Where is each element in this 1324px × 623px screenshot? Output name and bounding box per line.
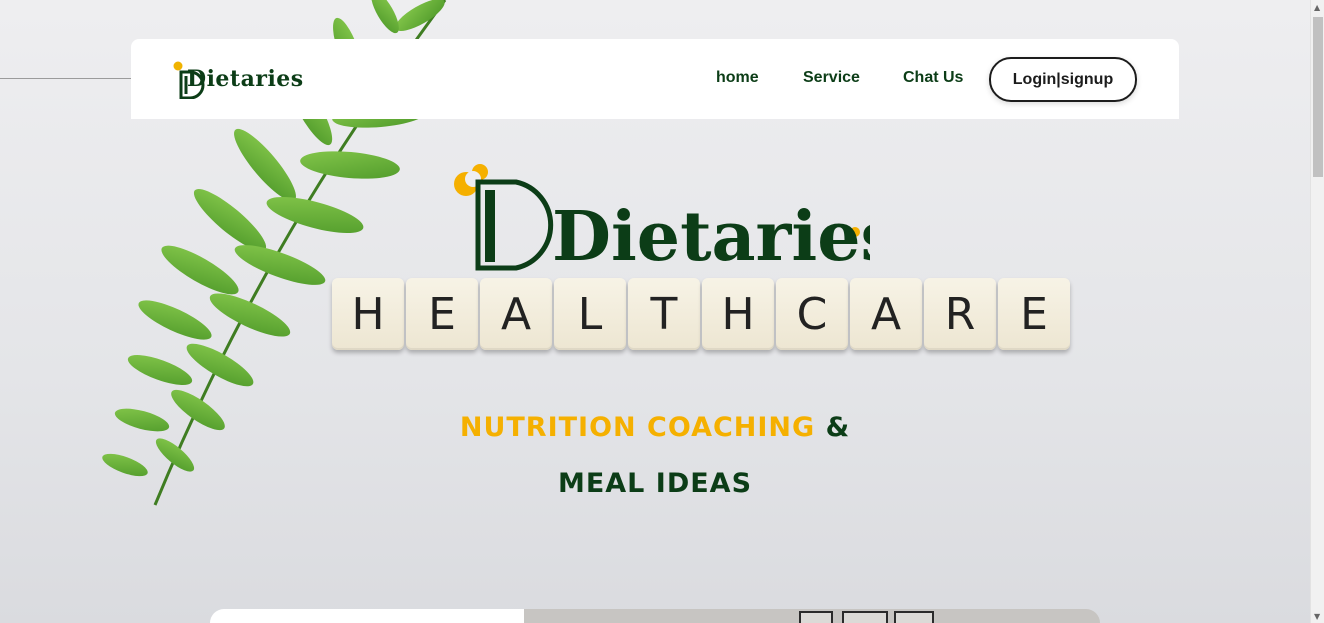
nav-service[interactable]: Service [803, 69, 860, 87]
tagline-highlight: NUTRITION COACHING [459, 412, 816, 443]
letter-tile: T [628, 278, 700, 350]
hero-logo-text: Dietaries [552, 197, 870, 275]
nav-chat-us[interactable]: Chat Us [903, 69, 963, 87]
scroll-thumb[interactable] [1313, 17, 1323, 177]
hero-logo: Dietaries [454, 164, 870, 275]
page-scrollbar[interactable]: ▲ ▼ [1310, 0, 1324, 623]
feature-card [210, 609, 1100, 623]
letter-tile: L [554, 278, 626, 350]
tagline-ampersand: & [825, 412, 851, 443]
page: Dietaries home Service Chat Us Login|sig… [0, 0, 1310, 623]
scroll-down-icon[interactable]: ▼ [1314, 612, 1320, 621]
hero-tagline-line2: MEAL IDEAS [557, 468, 753, 499]
letter-tile: A [480, 278, 552, 350]
letter-tile: E [406, 278, 478, 350]
card-image [524, 609, 1100, 623]
healthcare-tiles: H E A L T H C A R E [332, 278, 1070, 350]
picture-frame [894, 611, 934, 623]
hero-tagline: NUTRITION COACHING & [0, 412, 1310, 443]
letter-tile: E [998, 278, 1070, 350]
picture-frame [799, 611, 833, 623]
navbar: Dietaries home Service Chat Us Login|sig… [131, 39, 1179, 119]
letter-tile: C [776, 278, 848, 350]
nav-home[interactable]: home [716, 69, 759, 87]
logo-text: Dietaries [187, 66, 304, 92]
login-signup-button[interactable]: Login|signup [989, 57, 1137, 102]
letter-tile: H [332, 278, 404, 350]
letter-tile: R [924, 278, 996, 350]
card-text-panel [210, 609, 524, 623]
picture-frame [842, 611, 888, 623]
letter-tile: A [850, 278, 922, 350]
scroll-up-icon[interactable]: ▲ [1314, 3, 1320, 12]
letter-tile: H [702, 278, 774, 350]
